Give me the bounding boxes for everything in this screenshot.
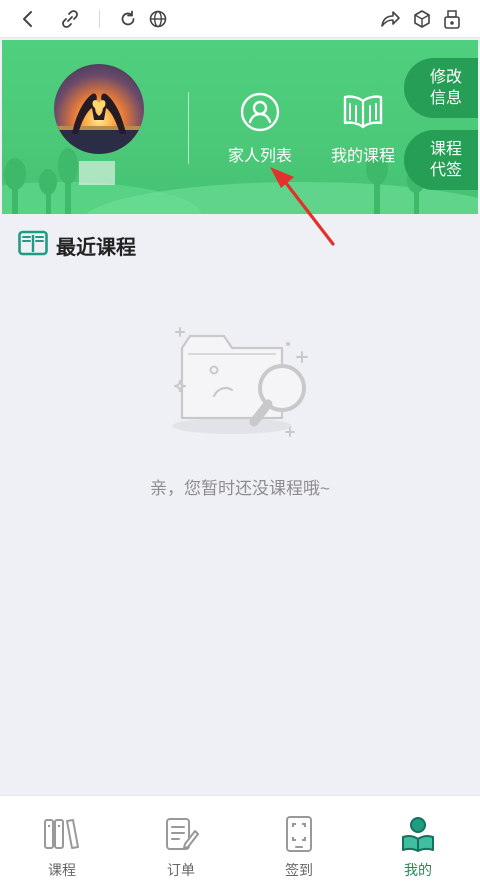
mine-icon bbox=[398, 814, 438, 854]
proxy-signin-label: 课程代签 bbox=[429, 141, 462, 179]
edit-info-label: 修改信息 bbox=[429, 69, 462, 107]
browser-toolbar bbox=[0, 0, 480, 38]
header-divider bbox=[188, 92, 189, 164]
cube-icon[interactable] bbox=[410, 7, 434, 31]
tab-orders[interactable]: 订单 bbox=[141, 814, 221, 880]
globe-icon[interactable] bbox=[146, 7, 170, 31]
edit-info-button[interactable]: 修改信息 bbox=[404, 58, 478, 118]
family-list-label: 家人列表 bbox=[227, 148, 292, 165]
share-icon[interactable] bbox=[378, 7, 402, 31]
my-courses-button[interactable]: 我的课程 bbox=[328, 90, 398, 166]
checkin-icon bbox=[279, 814, 319, 854]
tab-checkin-label: 签到 bbox=[285, 862, 313, 878]
tab-checkin[interactable]: 签到 bbox=[259, 814, 339, 880]
avatar[interactable] bbox=[54, 64, 144, 154]
refresh-icon[interactable] bbox=[116, 7, 140, 31]
proxy-signin-button[interactable]: 课程代签 bbox=[404, 130, 478, 190]
recent-courses-header: 最近课程 bbox=[18, 230, 136, 260]
user-name-placeholder bbox=[79, 161, 115, 185]
tab-mine[interactable]: 我的 bbox=[378, 814, 458, 880]
empty-state-message: 亲，您暂时还没课程哦~ bbox=[150, 479, 330, 498]
my-courses-label: 我的课程 bbox=[330, 148, 395, 165]
family-list-button[interactable]: 家人列表 bbox=[226, 90, 294, 166]
book-icon bbox=[18, 230, 48, 261]
person-icon bbox=[238, 90, 282, 134]
back-icon[interactable] bbox=[16, 7, 40, 31]
open-book-icon bbox=[341, 90, 385, 134]
bottom-tab-bar: 课程 订单 签到 我的 bbox=[0, 795, 480, 893]
orders-icon bbox=[161, 814, 201, 854]
courses-icon bbox=[42, 814, 82, 854]
section-title: 最近课程 bbox=[56, 236, 136, 259]
bookmark-icon[interactable] bbox=[440, 7, 464, 31]
tab-orders-label: 订单 bbox=[167, 862, 195, 878]
profile-header: 家人列表 我的课程 修改信息 课程代签 bbox=[2, 40, 478, 214]
toolbar-divider bbox=[99, 10, 100, 28]
link-icon[interactable] bbox=[58, 7, 82, 31]
tab-mine-label: 我的 bbox=[404, 862, 432, 878]
tab-courses-label: 课程 bbox=[48, 862, 76, 878]
tab-courses[interactable]: 课程 bbox=[22, 814, 102, 880]
empty-folder-illustration bbox=[172, 327, 308, 437]
